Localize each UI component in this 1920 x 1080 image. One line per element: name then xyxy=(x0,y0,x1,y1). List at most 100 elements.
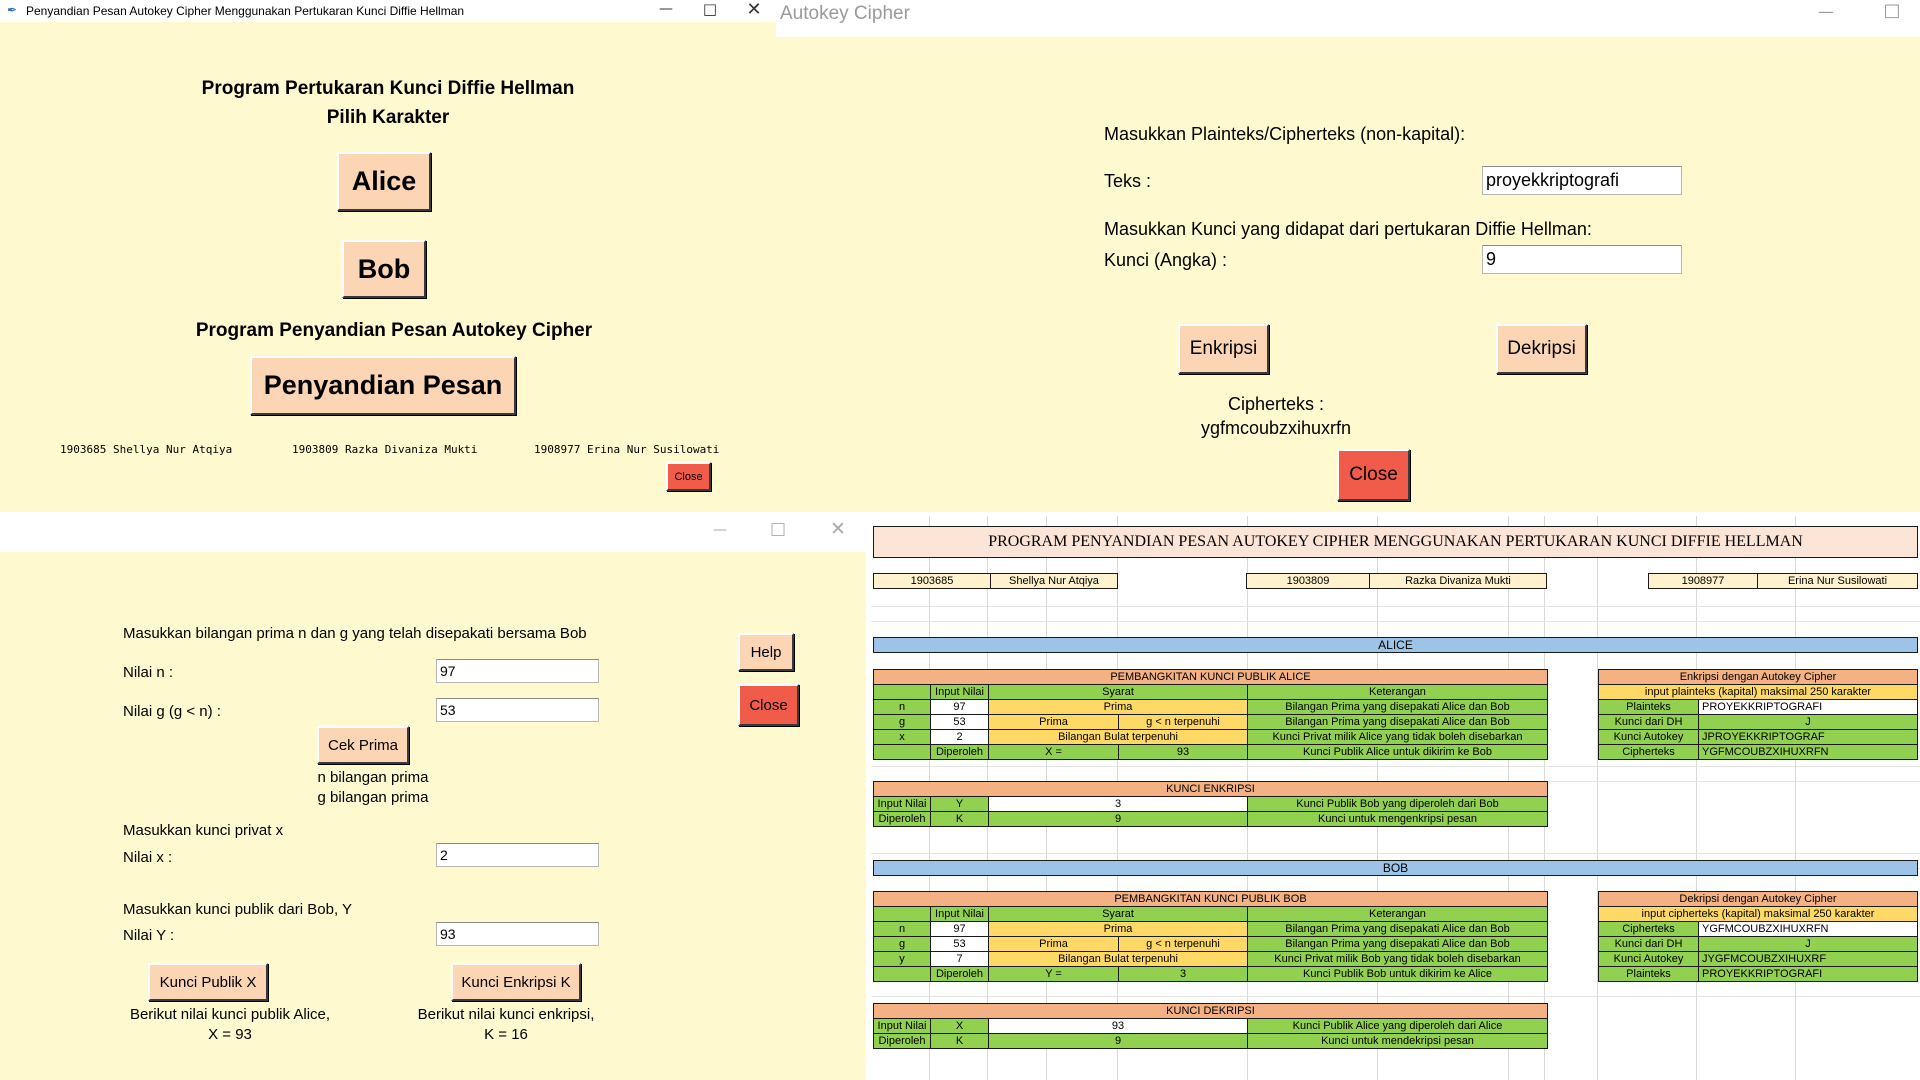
main-menu-titlebar: ✒ Penyandian Pesan Autokey Cipher Menggu… xyxy=(0,0,776,22)
y-input[interactable]: 93 xyxy=(436,922,599,946)
bob-hdr-ket: Keterangan xyxy=(1247,906,1548,922)
bob-key-title: KUNCI DEKRIPSI xyxy=(873,1003,1548,1019)
prompt-ng-label: Masukkan bilangan prima n dan g yang tel… xyxy=(123,625,587,642)
alice-row-key: g xyxy=(873,714,931,730)
check-prime-button[interactable]: Cek Prima xyxy=(317,726,409,764)
alice-titlebar: — □ ✕ xyxy=(0,512,866,552)
maximize-icon[interactable]: □ xyxy=(692,0,728,18)
heading-diffie-hellman: Program Pertukaran Kunci Diffie Hellman xyxy=(201,78,575,99)
bob-key-row-sym: X xyxy=(930,1018,989,1034)
close-icon[interactable]: ✕ xyxy=(818,518,858,540)
enc-result-value: K = 16 xyxy=(484,1026,528,1043)
credit-2: 1903809 Razka Divaniza Mukti xyxy=(292,443,478,456)
alice-cipher-value: PROYEKKRIPTOGRAFI xyxy=(1698,699,1918,715)
teks-input[interactable]: proyekkriptografi xyxy=(1482,166,1682,195)
bob-result-ket: Kunci Publik Bob untuk dikirim ke Alice xyxy=(1247,966,1548,982)
window-title: Autokey Cipher xyxy=(780,3,910,24)
main-menu-window: ✒ Penyandian Pesan Autokey Cipher Menggu… xyxy=(0,0,776,512)
n-label: Nilai n : xyxy=(123,664,174,681)
close-button[interactable]: Close xyxy=(666,462,711,491)
bob-row-syarat: Bilangan Bulat terpenuhi xyxy=(988,951,1248,967)
n-input[interactable]: 97 xyxy=(436,659,599,683)
bob-key-row-key: Input Nilai xyxy=(873,1018,931,1034)
alice-cipher-key: Plainteks xyxy=(1598,699,1699,715)
window-title: Penyandian Pesan Autokey Cipher Mengguna… xyxy=(26,4,465,18)
maximize-icon[interactable]: □ xyxy=(758,519,798,539)
public-key-button[interactable]: Kunci Publik X xyxy=(148,963,268,1001)
alice-cipher-key: Cipherteks xyxy=(1598,744,1699,760)
alice-result-blank xyxy=(873,744,931,760)
bob-cipher-key: Kunci Autokey xyxy=(1598,951,1699,967)
alice-row-value: 53 xyxy=(930,714,989,730)
alice-hdr-ket: Keterangan xyxy=(1247,684,1548,700)
minimize-icon[interactable]: — xyxy=(648,1,684,17)
bob-row-syarat: Prima xyxy=(988,936,1119,952)
encrypt-button[interactable]: Enkripsi xyxy=(1178,324,1269,374)
alice-row-syarat: Bilangan Bulat terpenuhi xyxy=(988,729,1248,745)
bob-result-value: 3 xyxy=(1118,966,1248,982)
bob-row-value: 7 xyxy=(930,951,989,967)
bob-row-ket: Bilangan Prima yang disepakati Alice dan… xyxy=(1247,921,1548,937)
bob-row-key: g xyxy=(873,936,931,952)
credit-3: 1908977 Erina Nur Susilowati xyxy=(534,443,720,456)
alice-section-header: ALICE xyxy=(873,637,1918,653)
bob-key-row-value: 9 xyxy=(988,1033,1248,1049)
alice-key-title: KUNCI ENKRIPSI xyxy=(873,781,1548,797)
decrypt-button[interactable]: Dekripsi xyxy=(1496,324,1587,374)
bob-cipher-value: JYGFMCOUBZXIHUXRF xyxy=(1698,951,1918,967)
prompt-x-label: Masukkan kunci privat x xyxy=(123,822,284,839)
bob-cipher-title: Dekripsi dengan Autokey Cipher xyxy=(1598,891,1918,907)
bob-key-row-sym: K xyxy=(930,1033,989,1049)
bob-cipher-value: YGFMCOUBZXIHUXRFN xyxy=(1698,921,1918,937)
result-label: Cipherteks : xyxy=(1227,394,1325,414)
minimize-icon[interactable]: — xyxy=(1806,2,1846,21)
bob-cipher-key: Cipherteks xyxy=(1598,921,1699,937)
kunci-input[interactable]: 9 xyxy=(1482,245,1682,274)
alice-key-row-sym: Y xyxy=(930,796,989,812)
prompt-text-label: Masukkan Plainteks/Cipherteks (non-kapit… xyxy=(1104,124,1466,144)
alice-hdr-syarat: Syarat xyxy=(988,684,1248,700)
alice-cipher-key: Kunci Autokey xyxy=(1598,729,1699,745)
autokey-window: Autokey Cipher — □ Masukkan Plainteks/Ci… xyxy=(776,0,1920,512)
g-input[interactable]: 53 xyxy=(436,698,599,722)
bob-cipher-value: J xyxy=(1698,936,1918,952)
help-button[interactable]: Help xyxy=(738,633,794,671)
close-button[interactable]: Close xyxy=(738,684,799,726)
alice-row-key: n xyxy=(873,699,931,715)
alice-key-row-ket: Kunci untuk mengenkripsi pesan xyxy=(1247,811,1548,827)
bob-section-header: BOB xyxy=(873,860,1918,876)
alice-cipher-key: Kunci dari DH xyxy=(1598,714,1699,730)
bob-row-ket: Kunci Privat milik Bob yang tidak boleh … xyxy=(1247,951,1548,967)
g-label: Nilai g (g < n) : xyxy=(123,703,221,720)
close-icon[interactable]: ✕ xyxy=(736,0,772,20)
maximize-icon[interactable]: □ xyxy=(1872,0,1912,21)
n-status: n bilangan prima xyxy=(317,769,429,786)
alice-row-ket: Kunci Privat milik Alice yang tidak bole… xyxy=(1247,729,1548,745)
alice-cipher-title: Enkripsi dengan Autokey Cipher xyxy=(1598,669,1918,685)
enc-key-button[interactable]: Kunci Enkripsi K xyxy=(451,963,581,1001)
alice-key-row-value: 9 xyxy=(988,811,1248,827)
feather-icon: ✒ xyxy=(7,3,18,17)
x-input[interactable]: 2 xyxy=(436,843,599,867)
alice-result-key: Diperoleh xyxy=(930,744,989,760)
alice-row-key: x xyxy=(873,729,931,745)
alice-button[interactable]: Alice xyxy=(337,152,431,211)
alice-row-ket: Bilangan Prima yang disepakati Alice dan… xyxy=(1247,699,1548,715)
alice-window: — □ ✕ Masukkan bilangan prima n dan g ya… xyxy=(0,512,866,1080)
alice-cipher-note: input plainteks (kapital) maksimal 250 k… xyxy=(1598,684,1918,700)
id-2-nim: 1903809 xyxy=(1246,573,1370,589)
minimize-icon[interactable]: — xyxy=(700,522,740,538)
bob-row-value: 97 xyxy=(930,921,989,937)
encode-message-button[interactable]: Penyandian Pesan xyxy=(250,356,516,415)
bob-row-key: y xyxy=(873,951,931,967)
close-button[interactable]: Close xyxy=(1337,449,1410,501)
bob-row-syarat: Prima xyxy=(988,921,1248,937)
autokey-titlebar: Autokey Cipher — □ xyxy=(776,0,1920,37)
id-2-name: Razka Divaniza Mukti xyxy=(1369,573,1547,589)
alice-key-row-value: 3 xyxy=(988,796,1248,812)
bob-cipher-key: Kunci dari DH xyxy=(1598,936,1699,952)
bob-cipher-note: input cipherteks (kapital) maksimal 250 … xyxy=(1598,906,1918,922)
public-result-value: X = 93 xyxy=(208,1026,252,1043)
alice-hdr-blank xyxy=(873,684,931,700)
bob-button[interactable]: Bob xyxy=(342,240,426,298)
